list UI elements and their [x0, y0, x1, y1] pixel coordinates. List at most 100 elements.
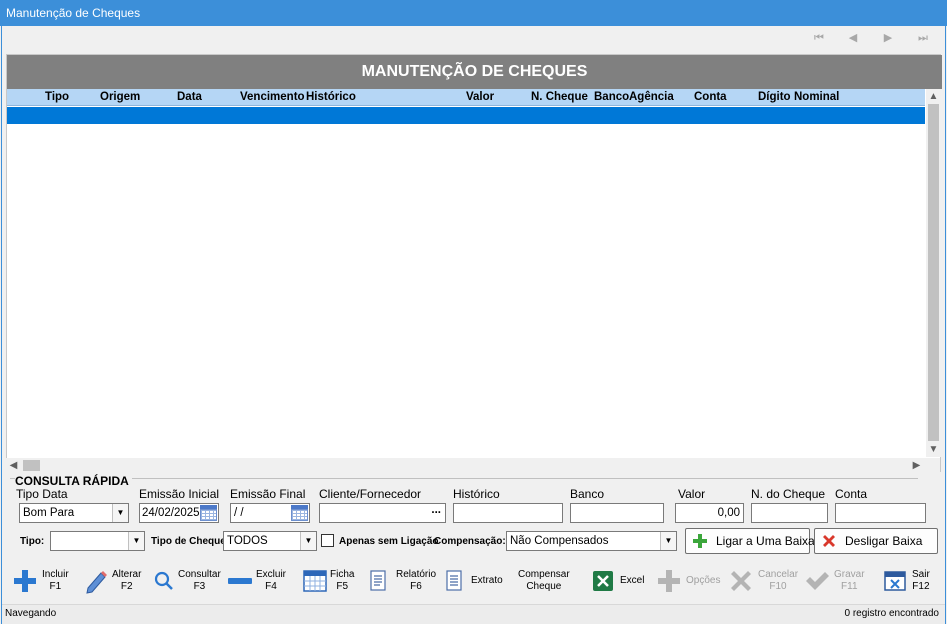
- grid-header: Tipo Origem Data Vencimento Histórico Va…: [7, 89, 925, 106]
- col-agencia[interactable]: Agência: [629, 89, 674, 106]
- extrato-button[interactable]: Extrato: [442, 561, 506, 603]
- incluir-button[interactable]: Incluir F1: [10, 561, 72, 603]
- emissao-inicial-label: Emissão Inicial: [139, 487, 220, 501]
- incluir-key: F1: [49, 581, 62, 592]
- compensacao-value: Não Compensados: [510, 535, 609, 547]
- consultar-button[interactable]: Consultar F3: [152, 561, 222, 603]
- col-valor[interactable]: Valor: [466, 89, 494, 106]
- compensacao-label: Compensação:: [434, 536, 506, 547]
- emissao-inicial-value: 24/02/2025: [142, 507, 200, 519]
- col-banco[interactable]: Banco: [594, 89, 629, 106]
- relatorio-label: Relatório: [396, 569, 437, 580]
- excluir-label: Excluir: [256, 569, 287, 580]
- vertical-scroll-thumb[interactable]: [928, 104, 939, 441]
- chevron-down-icon[interactable]: ▼: [112, 504, 128, 522]
- alterar-label: Alterar: [112, 569, 142, 580]
- check-icon: [806, 572, 829, 590]
- pencil-icon: [86, 571, 107, 594]
- plus-icon: [658, 570, 680, 592]
- ligar-baixa-button[interactable]: Ligar a Uma Baixa: [685, 528, 815, 554]
- horizontal-scroll-thumb[interactable]: [23, 460, 40, 471]
- lookup-ellipsis-button[interactable]: ...: [431, 504, 441, 519]
- tipo-data-value: Bom Para: [23, 507, 75, 519]
- sair-label: Sair: [912, 569, 930, 580]
- tipo-cheque-select[interactable]: TODOS ▼: [223, 531, 317, 551]
- col-conta[interactable]: Conta: [694, 89, 727, 106]
- historico-label: Histórico: [453, 487, 500, 501]
- cancelar-button[interactable]: Cancelar F10: [728, 561, 800, 603]
- alterar-button[interactable]: Alterar F2: [84, 561, 146, 603]
- last-record-icon[interactable]: ⏭: [916, 32, 930, 44]
- calendar-icon: [303, 570, 327, 592]
- col-n-cheque[interactable]: N. Cheque: [531, 89, 588, 106]
- plus-icon: [14, 570, 36, 592]
- horizontal-scrollbar[interactable]: ◀ ▶: [6, 458, 940, 473]
- opcoes-button[interactable]: Opções: [656, 561, 724, 603]
- historico-field[interactable]: [453, 503, 563, 523]
- col-digito[interactable]: Dígito: [758, 89, 791, 106]
- col-origem[interactable]: Origem: [100, 89, 140, 106]
- col-nominal[interactable]: Nominal: [794, 89, 839, 106]
- scroll-left-icon[interactable]: ◀: [6, 458, 21, 473]
- emissao-final-field[interactable]: / /: [230, 503, 310, 523]
- scroll-up-icon[interactable]: ▲: [926, 89, 941, 104]
- calendar-icon[interactable]: [200, 505, 217, 521]
- gravar-button[interactable]: Gravar F11: [804, 561, 870, 603]
- tipo-data-select[interactable]: Bom Para ▼: [19, 503, 129, 523]
- desligar-baixa-button[interactable]: Desligar Baixa: [814, 528, 938, 554]
- search-icon: [154, 571, 173, 590]
- banco-field[interactable]: [570, 503, 664, 523]
- x-icon: [731, 571, 751, 591]
- cliente-fornecedor-field[interactable]: ...: [319, 503, 446, 523]
- conta-label: Conta: [835, 487, 868, 501]
- valor-field[interactable]: 0,00: [675, 503, 744, 523]
- chevron-down-icon[interactable]: ▼: [300, 532, 316, 550]
- ligar-baixa-label: Ligar a Uma Baixa: [716, 534, 815, 548]
- consultar-key: F3: [193, 581, 206, 592]
- consulta-rapida-label: CONSULTA RÁPIDA: [15, 474, 132, 488]
- first-record-icon[interactable]: ⏮: [812, 32, 826, 44]
- col-tipo[interactable]: Tipo: [45, 89, 69, 106]
- statement-icon: [446, 570, 462, 591]
- relatorio-button[interactable]: Relatório F6: [366, 561, 436, 603]
- relatorio-key: F6: [410, 581, 422, 592]
- status-mode: Navegando: [5, 608, 57, 619]
- chevron-down-icon[interactable]: ▼: [128, 532, 144, 550]
- apenas-sem-ligacao-checkbox[interactable]: [321, 534, 334, 547]
- tipo-select[interactable]: ▼: [50, 531, 145, 551]
- cancelar-label: Cancelar: [758, 569, 799, 580]
- excel-label: Excel: [620, 575, 645, 586]
- scroll-down-icon[interactable]: ▼: [926, 442, 941, 457]
- excel-button[interactable]: Excel: [590, 561, 650, 603]
- selected-row[interactable]: [7, 107, 925, 124]
- col-historico[interactable]: Histórico: [306, 89, 356, 106]
- emissao-inicial-field[interactable]: 24/02/2025: [139, 503, 219, 523]
- scroll-right-icon[interactable]: ▶: [909, 458, 924, 473]
- compensacao-select[interactable]: Não Compensados ▼: [506, 531, 677, 551]
- incluir-label: Incluir: [42, 569, 69, 580]
- tipo-data-label: Tipo Data: [16, 487, 68, 501]
- compensar-cheque-button[interactable]: Compensar Cheque: [514, 561, 578, 603]
- sair-button[interactable]: Sair F12: [882, 561, 942, 603]
- prev-record-icon[interactable]: ◀: [846, 32, 860, 44]
- n-cheque-field[interactable]: [751, 503, 828, 523]
- alterar-key: F2: [120, 581, 133, 592]
- excluir-button[interactable]: Excluir F4: [226, 561, 288, 603]
- chevron-down-icon[interactable]: ▼: [660, 532, 676, 550]
- ficha-label: Ficha: [330, 569, 355, 580]
- cheques-grid[interactable]: MANUTENÇÃO DE CHEQUES Tipo Origem Data V…: [6, 54, 942, 472]
- tipo-cheque-value: TODOS: [227, 535, 268, 547]
- next-record-icon[interactable]: ▶: [881, 32, 895, 44]
- conta-field[interactable]: [835, 503, 926, 523]
- col-vencimento[interactable]: Vencimento: [240, 89, 305, 106]
- excluir-key: F4: [265, 581, 277, 592]
- calendar-icon[interactable]: [291, 505, 308, 521]
- vertical-scrollbar[interactable]: ▲ ▼: [926, 89, 941, 457]
- col-data[interactable]: Data: [177, 89, 202, 106]
- window-title: Manutenção de Cheques: [0, 0, 947, 26]
- compensar-label: Compensar: [518, 569, 570, 580]
- banco-label: Banco: [570, 487, 605, 501]
- minus-icon: [228, 578, 252, 584]
- sair-key: F12: [912, 581, 930, 592]
- ficha-button[interactable]: Ficha F5: [300, 561, 356, 603]
